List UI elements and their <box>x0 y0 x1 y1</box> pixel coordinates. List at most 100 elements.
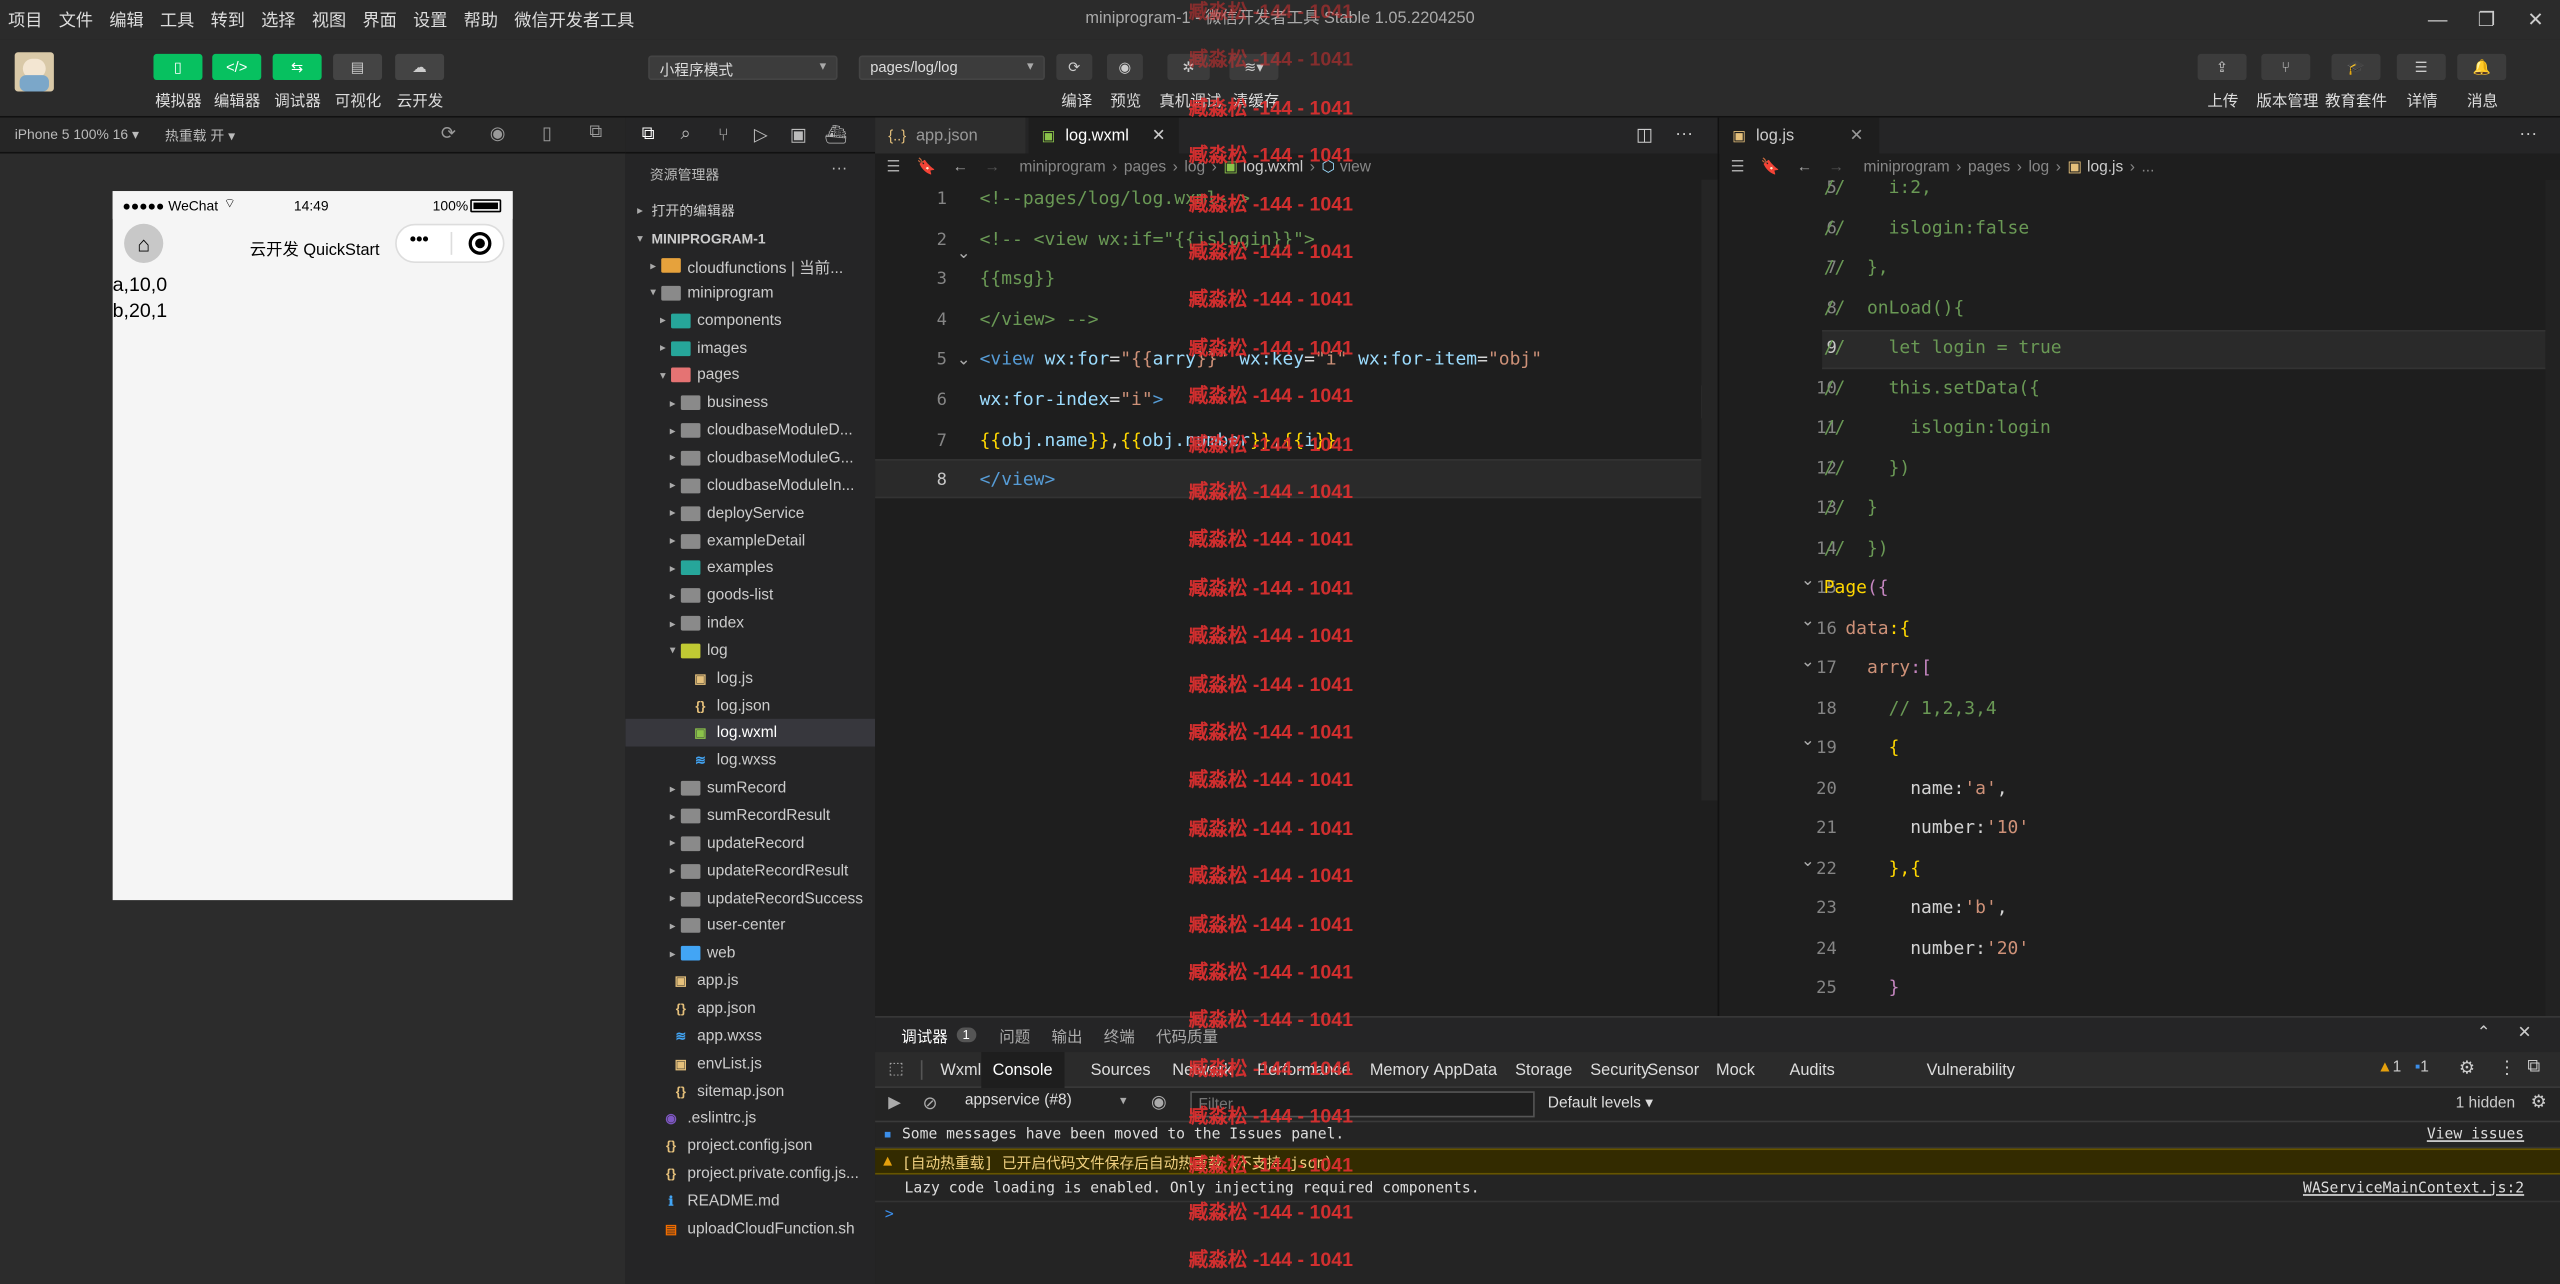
breadcrumb-item[interactable]: pages <box>1968 158 2010 176</box>
panel-tab-sensor[interactable]: Sensor <box>1647 1052 1699 1088</box>
tab-output[interactable]: 输出 <box>1051 1018 1082 1052</box>
code-line[interactable]: Page({ <box>1824 577 1889 598</box>
preview-icon[interactable]: ◉ <box>1106 53 1143 81</box>
code-line[interactable]: name:'b', <box>1824 897 2007 918</box>
forward-icon[interactable]: → <box>984 158 1000 176</box>
cloud-button[interactable]: ☁ <box>395 53 445 81</box>
project-section[interactable]: ▾ MINIPROGRAM-1 <box>625 224 875 252</box>
panel-tab-wxml[interactable]: Wxml <box>940 1052 981 1088</box>
avatar[interactable] <box>14 52 54 92</box>
panel-tab-vulnerability[interactable]: Vulnerability <box>1927 1052 2015 1088</box>
menu-item[interactable]: 设置 <box>405 7 456 32</box>
bookmark-icon[interactable]: 🔖 <box>917 158 936 176</box>
code-line[interactable]: // }) <box>1824 457 1911 478</box>
maximize-icon[interactable]: ❐ <box>2462 0 2511 39</box>
breadcrumb-item[interactable]: ... <box>2141 158 2154 176</box>
source-control-icon[interactable]: ⑂ <box>710 122 736 148</box>
code-line[interactable]: arry:[ <box>1824 657 1932 678</box>
more-icon[interactable]: ••• <box>410 230 429 250</box>
stop-icon[interactable]: ◉ <box>490 123 506 144</box>
mode-select[interactable]: 小程序模式 ▾ <box>648 55 838 81</box>
menu-item[interactable]: 微信开发者工具 <box>506 7 642 32</box>
tab-app-json[interactable]: {..} app.json <box>875 117 1026 154</box>
warning-icon[interactable]: ▲1 <box>2377 1059 2401 1077</box>
panel-tab-performance[interactable]: Performance <box>1257 1052 1350 1088</box>
file-item[interactable]: ▤ uploadCloudFunction.sh <box>625 1215 875 1243</box>
folder-item[interactable]: ▾ pages <box>625 362 875 390</box>
split-editor-icon[interactable]: ◫ <box>1636 124 1653 146</box>
breadcrumb-item[interactable]: view <box>1340 158 1371 176</box>
tab-debugger[interactable]: 调试器 1 <box>901 1018 977 1052</box>
folder-item[interactable]: ▸ deployService <box>625 499 875 527</box>
breadcrumb-item[interactable]: log <box>2028 158 2049 176</box>
close-icon[interactable]: ✕ <box>2518 1024 2532 1042</box>
phone-icon[interactable]: ▯ <box>542 123 552 144</box>
file-item[interactable]: {} project.config.json <box>625 1132 875 1160</box>
breadcrumb-item[interactable]: miniprogram <box>1864 158 1950 176</box>
code-line[interactable]: // i:2, <box>1824 180 1932 198</box>
code-editor-wxml[interactable]: 1 <!--pages/log/log.wxml--> 2 <!-- <view wx… <box>875 179 1718 1017</box>
upload-icon[interactable]: ⇪ <box>2197 53 2247 81</box>
close-icon[interactable]: ✕ <box>2511 0 2560 39</box>
file-item[interactable]: {} app.json <box>625 995 875 1023</box>
docker-icon[interactable]: ⛴ <box>823 122 849 148</box>
tab-code-quality[interactable]: 代码质量 <box>1156 1018 1218 1052</box>
code-line[interactable]: } <box>1824 977 1900 998</box>
home-button[interactable]: ⌂ <box>124 223 164 264</box>
back-icon[interactable]: ← <box>952 158 968 176</box>
code-line[interactable]: number:'10' <box>1824 817 2029 838</box>
panel-tab-appdata[interactable]: AppData <box>1434 1052 1498 1088</box>
remote-debug-icon[interactable]: ✲ <box>1167 53 1210 81</box>
details-icon[interactable]: ☰ <box>2396 53 2446 81</box>
folder-item[interactable]: ▸ images <box>625 334 875 362</box>
folder-item[interactable]: ▸ goods-list <box>625 582 875 610</box>
breadcrumb-item[interactable]: log.js <box>2087 158 2123 176</box>
close-icon[interactable]: ✕ <box>1152 127 1166 145</box>
debugger-button[interactable]: ⇆ <box>272 53 322 81</box>
code-line[interactable]: // let login = true <box>1824 337 2062 358</box>
folder-item[interactable]: ▸ updateRecordSuccess <box>625 885 875 913</box>
panel-tab-memory[interactable]: Memory <box>1370 1052 1429 1088</box>
tab-log-js[interactable]: ▣ log.js ✕ <box>1719 117 1880 154</box>
panel-tab-storage[interactable]: Storage <box>1515 1052 1572 1088</box>
folder-item[interactable]: ▸ index <box>625 609 875 637</box>
code-line[interactable]: // }) <box>1824 537 1889 558</box>
folder-item[interactable]: ▸ cloudbaseModuleG... <box>625 444 875 472</box>
folder-item[interactable]: ▸ examples <box>625 554 875 582</box>
minimize-icon[interactable]: — <box>2413 0 2462 39</box>
fold-icon[interactable]: ⌄ <box>1801 853 1815 871</box>
tab-terminal[interactable]: 终端 <box>1104 1018 1135 1052</box>
tab-problems[interactable]: 问题 <box>999 1018 1030 1052</box>
folder-item[interactable]: ▸ updateRecord <box>625 830 875 858</box>
outline-icon[interactable]: ☰ <box>1731 158 1745 176</box>
folder-item[interactable]: ▸ cloudbaseModuleD... <box>625 417 875 445</box>
files-icon[interactable]: ⧉ <box>635 122 661 148</box>
more-icon[interactable]: ··· <box>2519 124 2537 144</box>
file-item[interactable]: {} log.json <box>625 692 875 720</box>
code-line[interactable]: </view> <box>980 469 1056 490</box>
compile-icon[interactable]: ⟳ <box>1056 53 1093 81</box>
code-line[interactable]: // }, <box>1824 256 1889 277</box>
search-icon[interactable]: ⌕ <box>673 122 699 148</box>
clear-console-icon[interactable]: ⊘ <box>922 1093 937 1115</box>
code-line[interactable]: number:'20' <box>1824 937 2029 958</box>
file-item[interactable]: ▣ log.wxml <box>625 719 876 748</box>
breadcrumb-item[interactable]: log.wxml <box>1243 158 1303 176</box>
bell-icon[interactable]: 🔔 <box>2457 53 2507 81</box>
code-line[interactable]: },{ <box>1824 857 1921 878</box>
panel-tab-audits[interactable]: Audits <box>1789 1052 1834 1088</box>
refresh-icon[interactable]: ⟳ <box>441 123 456 144</box>
menu-item[interactable]: 选择 <box>253 7 304 32</box>
context-select[interactable]: appservice (#8) ▾ <box>960 1091 1130 1116</box>
file-item[interactable]: ≋ log.wxss <box>625 747 875 775</box>
menu-item[interactable]: 界面 <box>354 7 405 32</box>
code-line[interactable]: <!-- <view wx:if="{{islogin}}"> <box>980 228 1326 249</box>
code-editor-js[interactable]: 5// i:2, 6// islogin:false 7// }, 8// onLoa… <box>1717 179 2560 1017</box>
close-icon[interactable]: ✕ <box>1850 127 1864 145</box>
code-line[interactable]: // islogin:false <box>1824 216 2029 237</box>
back-icon[interactable]: ← <box>1797 158 1813 176</box>
file-item[interactable]: ℹ README.md <box>625 1187 875 1215</box>
code-line[interactable]: {{msg}} <box>980 268 1056 289</box>
code-line[interactable]: // onLoad(){ <box>1824 296 1965 317</box>
menu-item[interactable]: 帮助 <box>456 7 507 32</box>
